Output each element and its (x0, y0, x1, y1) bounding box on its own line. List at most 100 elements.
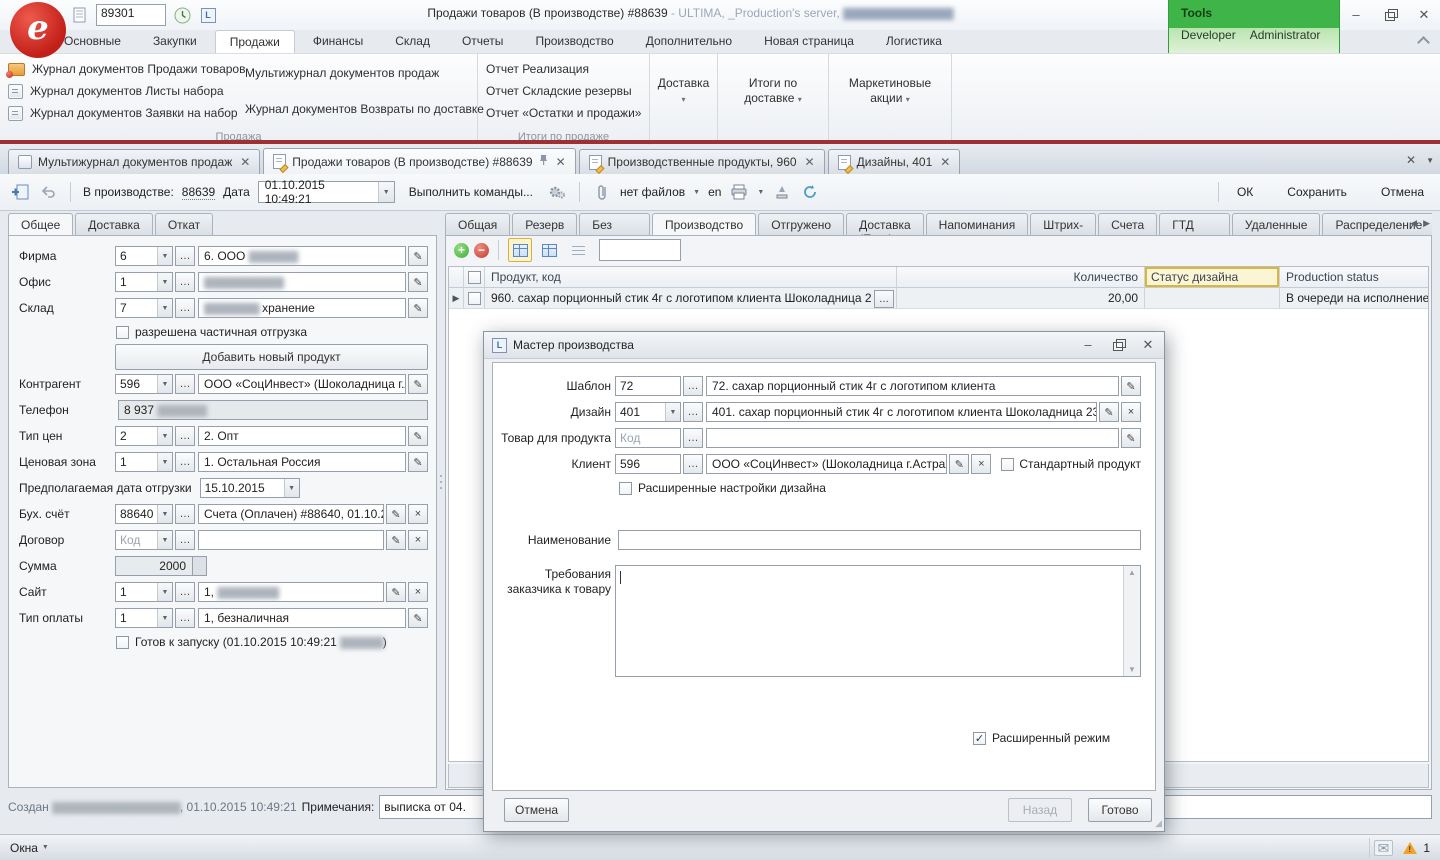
tab-производство[interactable]: Производство (652, 213, 756, 235)
column-header[interactable]: Количество (897, 267, 1145, 288)
document-tab[interactable]: Производственные продукты, 960✕ (579, 149, 825, 174)
ribbon-item[interactable]: Журнал документов Продажи товаров (0, 58, 237, 80)
checkbox-row[interactable]: разрешена частичная отгрузка (116, 323, 428, 341)
edit-button[interactable]: ✎ (408, 374, 428, 394)
ok-button[interactable]: ОК (1231, 185, 1259, 199)
edit-button[interactable]: ✎ (408, 272, 428, 292)
edit-button[interactable]: ✎ (408, 452, 428, 472)
tab-удаленные-товары[interactable]: Удаленные товары (1232, 213, 1321, 235)
advanced-mode-check[interactable]: ✓ Расширенный режим (973, 731, 1110, 745)
ribbon-item[interactable]: Отчет Реализация (478, 58, 649, 80)
code-combo[interactable]: 72 (615, 376, 681, 396)
pin-icon[interactable] (539, 154, 548, 169)
value-field[interactable]: 6. ООО ████████ (198, 246, 406, 266)
dialog-cancel-button[interactable]: Отмена (504, 798, 569, 822)
files-dropdown[interactable]: нет файлов (620, 185, 685, 199)
tab-напоминания[interactable]: Напоминания (926, 213, 1029, 235)
value-field[interactable]: █████████████ (198, 272, 406, 292)
language-indicator[interactable]: en (708, 185, 721, 199)
ribbon-button-delivery[interactable]: Доставка▾ (650, 54, 718, 141)
ellipsis-button[interactable]: … (683, 376, 703, 396)
ribbon-tab[interactable]: Закупки (139, 30, 211, 53)
tab-отгружено[interactable]: Отгружено (758, 213, 844, 235)
role-administrator[interactable]: Administrator (1250, 28, 1321, 42)
dialog-close-button[interactable]: ✕ (1140, 338, 1156, 352)
edit-button[interactable]: ✎ (1121, 428, 1141, 448)
edit-button[interactable]: ✎ (1099, 402, 1119, 422)
ellipsis-button[interactable]: … (683, 454, 703, 474)
ribbon-item[interactable]: Отчет Складские резервы (478, 80, 649, 102)
quick-open-input[interactable]: 89301 (96, 4, 166, 26)
ellipsis-button[interactable]: … (175, 246, 195, 266)
tab-откат[interactable]: Откат (155, 213, 213, 235)
ellipsis-button[interactable]: … (175, 608, 195, 628)
cell-ellipsis-button[interactable]: … (874, 290, 894, 308)
undo-icon[interactable] (38, 182, 58, 202)
checkbox-row[interactable]: Готов к запуску (01.10.2015 10:49:21 ███… (116, 633, 428, 651)
ribbon-tab[interactable]: Логистика (872, 30, 956, 53)
grid-view-button[interactable] (508, 238, 532, 262)
ribbon-button-delivery-totals[interactable]: Итоги подоставке ▾ (718, 54, 829, 141)
edit-button[interactable]: ✎ (408, 608, 428, 628)
dialog-maximize-button[interactable] (1110, 338, 1126, 352)
gears-icon[interactable] (547, 182, 567, 202)
column-header[interactable]: Статус дизайна (1145, 267, 1280, 288)
code-combo[interactable]: 1▼ (115, 582, 173, 602)
dropdown-arrow-icon[interactable]: ▼ (665, 403, 680, 421)
tree-view-button[interactable] (566, 238, 590, 262)
dropdown-arrow-icon[interactable]: ▼ (157, 453, 172, 471)
tab-счета[interactable]: Счета (1098, 213, 1157, 235)
code-combo[interactable]: 1▼ (115, 272, 173, 292)
dropdown-arrow-icon[interactable]: ▼ (157, 427, 172, 445)
ribbon-item[interactable]: Мультижурнал документов продаж (237, 62, 475, 84)
code-combo[interactable]: 2▼ (115, 426, 173, 446)
sum-field[interactable]: 2000 (115, 556, 193, 576)
tab-list-dropdown-icon[interactable]: ▼ (1426, 156, 1434, 165)
tab-close-icon[interactable]: ✕ (238, 155, 250, 169)
clear-button[interactable]: × (1121, 402, 1141, 422)
ribbon-item[interactable]: Отчет «Остатки и продажи» (478, 102, 649, 124)
dropdown-arrow-icon[interactable]: ▼ (157, 247, 172, 265)
run-commands-button[interactable]: Выполнить команды... (403, 185, 539, 199)
dropdown-arrow-icon[interactable]: ▼ (157, 583, 172, 601)
value-field[interactable]: 72. сахар порционный стик 4г с логотипом… (706, 376, 1119, 396)
checkbox-icon[interactable] (468, 292, 481, 305)
ribbon-tab[interactable]: Финансы (299, 30, 377, 53)
dropdown-arrow-icon[interactable]: ▼ (284, 479, 299, 497)
ellipsis-button[interactable]: … (175, 582, 195, 602)
value-field[interactable]: Счета (Оплачен) #88640, 01.10.2015 (198, 504, 384, 524)
mail-icon[interactable]: ✉ (1374, 840, 1394, 856)
ellipsis-button[interactable]: … (175, 504, 195, 524)
ellipsis-button[interactable]: … (175, 272, 195, 292)
refresh-icon[interactable] (800, 182, 820, 202)
windows-menu[interactable]: Окна (10, 841, 38, 855)
clear-button[interactable]: × (971, 454, 991, 474)
edit-button[interactable]: ✎ (1121, 376, 1141, 396)
dropdown-arrow-icon[interactable]: ▼ (157, 505, 172, 523)
ellipsis-button[interactable]: … (175, 530, 195, 550)
ribbon-item[interactable]: Журнал документов Возвраты по доставке (237, 98, 475, 120)
ellipsis-button[interactable]: … (175, 298, 195, 318)
minimize-button[interactable]: – (1348, 8, 1364, 22)
ribbon-tab[interactable]: Отчеты (448, 30, 517, 53)
scroll-right-icon[interactable]: ▶ (1423, 218, 1430, 229)
ellipsis-button[interactable]: … (175, 374, 195, 394)
code-combo[interactable]: Код (615, 428, 681, 448)
restore-button[interactable] (1382, 8, 1398, 22)
code-combo[interactable]: 88640▼ (115, 504, 173, 524)
edit-button[interactable]: ✎ (949, 454, 969, 474)
resize-grip[interactable]: ◢ (1155, 818, 1162, 829)
ribbon-item[interactable]: Журнал документов Листы набора (0, 80, 237, 102)
checkbox-icon[interactable] (116, 326, 129, 339)
print-dropdown-arrow-icon[interactable]: ▼ (757, 189, 764, 196)
tab-гтд-товаров[interactable]: ГТД товаров (1159, 213, 1230, 235)
dialog-back-button[interactable]: Назад (1008, 798, 1072, 822)
code-combo[interactable]: 7▼ (115, 298, 173, 318)
ribbon-tab[interactable]: Новая страница (750, 30, 868, 53)
checkbox-icon[interactable] (1001, 458, 1014, 471)
clear-button[interactable]: × (408, 582, 428, 602)
doc-number-link[interactable]: 88639 (182, 185, 215, 200)
collapse-ribbon-icon[interactable] (1417, 36, 1430, 49)
dropdown-arrow-icon[interactable]: ▼ (157, 531, 172, 549)
tab-close-icon[interactable]: ✕ (938, 155, 950, 169)
